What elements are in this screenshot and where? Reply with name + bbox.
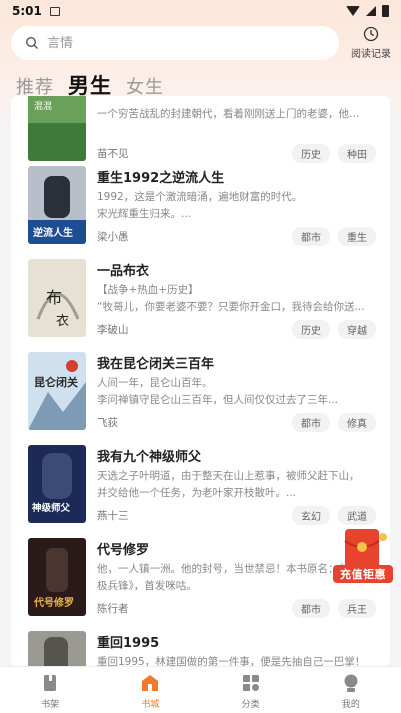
book-author: 陈行者 [97,603,129,615]
search-input[interactable] [47,35,307,51]
bottom-nav: 书架 书城 分类 我的 [0,666,401,713]
book-tag[interactable]: 穿越 [338,320,376,339]
book-cover [28,631,86,666]
book-author: 苗不见 [97,148,129,160]
store-icon [142,675,159,691]
list-item[interactable]: 逆流人生 重生1992之逆流人生 1992，这是个激流暗涌，遍地财富的时代。 宋… [11,166,390,259]
svg-text:代号修罗: 代号修罗 [33,596,74,609]
recharge-promo-button[interactable]: 充值钜惠 [333,527,393,585]
book-cover: 混混 [28,96,86,161]
book-description: 重回1995，林建国做的第一件事，便是先抽自己一巴掌！ [97,656,366,666]
book-tag[interactable]: 重生 [338,227,376,246]
svg-text:混混: 混混 [34,101,52,112]
book-description: 他，一人镇一洲。他的封号，当世禁忌！本书原名：《 极兵锋》，首发咪咕。 [97,563,344,592]
svg-text:布: 布 [46,288,62,307]
book-title: 我有九个神级师父 [97,450,202,465]
bookshelf-icon [44,675,57,691]
book-title: 重回1995 [97,636,160,651]
search-icon [25,36,38,49]
book-author: 梁小愚 [97,231,129,243]
status-time: 5:01 [12,4,42,18]
signal-icon [366,6,376,16]
category-icon [242,675,259,691]
list-item[interactable]: 重回1995 重回1995，林建国做的第一件事，便是先抽自己一巴掌！ [11,631,390,666]
book-tag[interactable]: 种田 [338,144,376,163]
nav-category[interactable]: 分类 [201,667,301,713]
list-item[interactable]: 昆仑闭关 我在昆仑闭关三百年 人间一年，昆仑山百年。 李问禅镇守昆仑山三百年，但… [11,352,390,445]
book-tag[interactable]: 兵王 [338,599,376,618]
nav-profile[interactable]: 我的 [301,667,401,713]
list-item[interactable]: 混混 一个穷苦战乱的封建朝代，看着刚刚送上门的老婆，他决... 苗不见 历史 种… [11,96,390,176]
reading-history-button[interactable]: 阅读记录 [346,26,396,60]
svg-text:逆流人生: 逆流人生 [33,226,73,239]
book-cover: 逆流人生 [28,166,86,244]
nav-label: 分类 [241,700,260,710]
book-cover: 布衣 [28,259,86,337]
book-description: 1992，这是个激流暗涌，遍地财富的时代。 宋光辉重生归来。... [97,191,303,220]
list-item[interactable]: 布衣 一品布衣 【战争+热血+历史】 “牧哥儿，你要老婆不要？只要你开金口，我待… [11,259,390,352]
book-author: 李破山 [97,324,129,336]
book-cover: 代号修罗 [28,538,86,616]
book-tag[interactable]: 历史 [292,144,330,163]
book-description: 【战争+热血+历史】 “牧哥儿，你要老婆不要？只要你开金口，我待会给你送... [97,284,365,313]
book-description: 一个穷苦战乱的封建朝代，看着刚刚送上门的老婆，他决... [97,108,369,120]
book-tag[interactable]: 历史 [292,320,330,339]
book-tag[interactable]: 都市 [292,227,330,246]
profile-icon [344,674,358,692]
search-bar[interactable] [11,26,339,60]
book-tag[interactable]: 都市 [292,599,330,618]
book-author: 燕十三 [97,510,129,522]
book-tag[interactable]: 修真 [338,413,376,432]
book-tag[interactable]: 玄幻 [292,506,330,525]
battery-icon [382,5,389,17]
book-author: 飞荻 [97,417,118,429]
book-title: 一品布衣 [97,264,150,279]
list-item[interactable]: 神级师父 我有九个神级师父 天选之子叶明道，由于整天在山上惹事，被师父赶下山， … [11,445,390,538]
notification-icon [49,6,60,16]
svg-text:衣: 衣 [56,313,69,329]
book-description: 人间一年，昆仑山百年。 李问禅镇守昆仑山三百年，但人间仅仅过去了三年... [97,377,339,406]
nav-label: 书架 [41,700,60,710]
svg-text:神级师父: 神级师父 [32,502,71,514]
recharge-promo-label: 充值钜惠 [333,565,393,583]
book-tag[interactable]: 武道 [338,506,376,525]
svg-text:昆仑闭关: 昆仑闭关 [34,375,78,389]
book-cover: 昆仑闭关 [28,352,86,430]
nav-bookshelf[interactable]: 书架 [0,667,100,713]
wifi-icon [346,6,360,16]
nav-label: 书城 [141,700,160,710]
reading-history-label: 阅读记录 [351,49,391,60]
book-cover: 神级师父 [28,445,86,523]
book-title: 我在昆仑闭关三百年 [97,357,215,372]
book-description: 天选之子叶明道，由于整天在山上惹事，被师父赶下山， 并交给他一个任务，为老叶家开… [97,470,360,499]
nav-store[interactable]: 书城 [100,667,200,713]
status-bar: 5:01 [0,0,401,22]
book-tag[interactable]: 都市 [292,413,330,432]
book-title: 代号修罗 [97,543,150,558]
nav-label: 我的 [341,700,360,710]
book-title: 重生1992之逆流人生 [97,171,225,186]
clock-icon [363,26,379,42]
